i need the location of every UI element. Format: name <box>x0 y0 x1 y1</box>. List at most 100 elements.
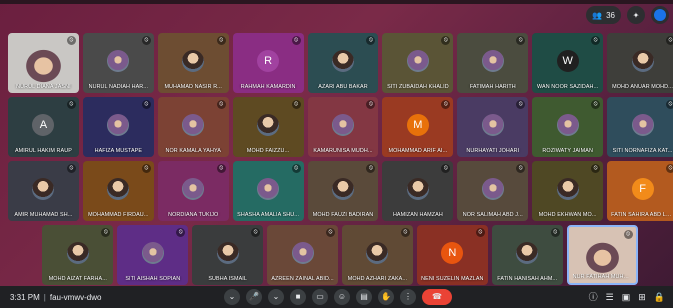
avatar <box>481 113 504 136</box>
camera-more-button[interactable]: ⌄ <box>268 289 284 305</box>
participant-name: AMIRUL HAKIM RAUP <box>14 148 72 154</box>
participant-tile[interactable]: ⦸ MOHD EKHWAN MO... <box>532 161 604 221</box>
participant-name: MOHD ANUAR MOHD... <box>612 84 673 90</box>
effects-button[interactable]: ✦ <box>627 6 645 24</box>
avatar <box>107 177 130 200</box>
raise-hand-button[interactable]: ✋ <box>378 289 394 305</box>
participant-name: NOR SALIMAH ABD J... <box>462 212 523 218</box>
participant-tile[interactable]: ⦸ NURUL NADIAH HAR... <box>82 33 154 93</box>
participant-tile[interactable]: ⦸ NUR FATIHAH MUHA... <box>566 225 638 285</box>
participant-tile[interactable]: ⦸ AZARI ABU BAKAR <box>307 33 379 93</box>
participant-tile[interactable]: ⦸ AZREEN ZAINAL ABID... <box>267 225 338 285</box>
participant-tile[interactable]: ⦸ NORDIANA TUKIJO <box>157 161 229 221</box>
participant-tile[interactable]: ⦸ SHASHA AMALIA SHU... <box>232 161 304 221</box>
captions-button[interactable]: ▭ <box>312 289 328 305</box>
participant-row: A ⦸ AMIRUL HAKIM RAUP ⦸ HAFIZA MUSTAPE ⦸ NOR K… <box>8 97 673 157</box>
participant-name: MOHD FAIZZU... <box>246 148 290 154</box>
participant-name: NURUL DIANA JASNI <box>16 84 71 90</box>
chat-icon[interactable]: ▣ <box>622 289 631 305</box>
participant-tile[interactable]: R ⦸ RAHMAH KAMARDIN <box>232 33 304 93</box>
activities-icon[interactable]: ⊞ <box>638 289 646 305</box>
participant-tile[interactable]: ⦸ MUHAMAD NASIR R... <box>157 33 229 93</box>
avatar <box>216 241 239 264</box>
letter-avatar: N <box>441 241 464 264</box>
participant-name: MOHD FAUZI BADIRAN <box>312 212 374 218</box>
participant-name: AZARI ABU BAKAR <box>318 84 368 90</box>
avatar <box>631 113 654 136</box>
avatar <box>107 113 130 136</box>
participant-tile[interactable]: M ⦸ MOHAMMAD ARIF AI... <box>382 97 454 157</box>
participant-tile[interactable]: ⦸ MOHAMMAD FIRDAU... <box>82 161 154 221</box>
participant-tile[interactable]: ⦸ MOHD FAUZI BADIRAN <box>307 161 379 221</box>
participant-tile[interactable]: ⦸ MOHD ANUAR MOHD... <box>607 33 673 93</box>
mic-muted-icon: ⦸ <box>366 100 376 109</box>
avatar <box>366 241 389 264</box>
participant-tile[interactable]: ⦸ FATIMAH HARITH <box>457 33 529 93</box>
participant-name: MUHAMAD NASIR R... <box>164 84 222 90</box>
participant-name: AMIR MUHAMAD SH... <box>14 212 73 218</box>
participant-tile[interactable]: ⦸ AMIR MUHAMAD SH... <box>8 161 79 221</box>
participant-name: SITI AISHAH SOPIAN <box>125 276 181 282</box>
mic-muted-icon: ⦸ <box>475 228 485 237</box>
mic-more-button[interactable]: ⌄ <box>224 289 240 305</box>
participant-tile[interactable]: ⦸ ROZIWATY JAIMAN <box>532 97 604 157</box>
avatar <box>556 177 579 200</box>
letter-avatar: F <box>631 177 654 200</box>
participant-row: ⦸ MOHD AIZAT FARHA... ⦸ SITI AISHAH SOPIAN ⦸… <box>8 225 672 285</box>
more-options-button[interactable]: ⋮ <box>400 289 416 305</box>
mic-muted-icon: ⦸ <box>666 164 673 173</box>
participant-tile[interactable]: F ⦸ FATIN SAHIRA ABD LA... <box>607 161 673 221</box>
participant-tile[interactable]: ⦸ SITI NORNAFIZA KAT... <box>607 97 673 157</box>
mic-muted-icon: ⦸ <box>400 228 410 237</box>
participant-name: FATIMAH HARITH <box>469 84 516 90</box>
host-controls-icon[interactable]: 🔒 <box>654 289 665 305</box>
participant-tile[interactable]: ⦸ MOHD AZHARI ZAKA... <box>342 225 413 285</box>
participant-name: NUR FATIHAH MUHA... <box>572 274 632 280</box>
participant-tile[interactable]: W ⦸ WAN NOOR SAZIDAH... <box>532 33 604 93</box>
present-button[interactable]: ▤ <box>356 289 372 305</box>
participant-tile[interactable]: ⦸ NOR KAMALA YAHYA <box>157 97 229 157</box>
mic-muted-icon: ⦸ <box>66 164 76 173</box>
participants-indicator[interactable]: 👥 36 <box>586 6 621 24</box>
mic-muted-icon: ⦸ <box>101 228 111 237</box>
avatar <box>66 241 89 264</box>
info-icon[interactable]: ⓘ <box>589 289 598 305</box>
avatar <box>332 177 354 200</box>
participants-count: 36 <box>606 10 615 20</box>
mic-muted-icon: ⦸ <box>366 36 376 45</box>
participant-name: ROZIWATY JAIMAN <box>542 148 593 154</box>
participant-tile[interactable]: ⦸ HAFIZA MUSTAPE <box>82 97 154 157</box>
mic-muted-icon: ⦸ <box>516 164 526 173</box>
end-call-button[interactable]: ☎ <box>422 289 452 305</box>
participant-tile[interactable]: N ⦸ NENI SUZELIN MAZLAN <box>416 225 488 285</box>
participant-tile[interactable]: ⦸ SUBHA ISMAIL <box>192 225 264 285</box>
camera-button[interactable]: ■ <box>290 289 306 305</box>
mic-muted-icon: ⦸ <box>441 164 451 173</box>
emoji-button[interactable]: ☺ <box>334 289 350 305</box>
people-panel-icon[interactable]: ☰ <box>606 289 614 305</box>
participant-tile[interactable]: ⦸ NURHAYATI JOHARI <box>457 97 529 157</box>
participant-name: NURHAYATI JOHARI <box>466 148 520 154</box>
letter-avatar: W <box>556 49 579 72</box>
meeting-code: fau-vmwv-dwo <box>49 292 102 302</box>
participant-tile[interactable]: ⦸ NOR SALIMAH ABD J... <box>457 161 529 221</box>
blue-dot-icon <box>654 9 666 21</box>
participant-tile[interactable]: ⦸ SITI ZUBAIDAH KHALID <box>382 33 454 93</box>
mic-muted-icon: ⦸ <box>251 228 261 237</box>
participant-tile[interactable]: ⦸ HAMIZAN HAMZAH <box>382 161 454 221</box>
participant-name: FATIN HANISAH AHM... <box>497 276 558 282</box>
participant-tile[interactable]: ⦸ FATIN HANISAH AHM... <box>491 225 563 285</box>
mic-muted-icon: ⦸ <box>516 100 526 109</box>
avatar <box>182 113 205 136</box>
participant-tile[interactable]: ⦸ MOHD AIZAT FARHA... <box>42 225 114 285</box>
profile-button[interactable] <box>651 6 669 24</box>
mic-button[interactable]: 🎤 <box>246 289 262 305</box>
mic-muted-icon: ⦸ <box>591 100 601 109</box>
participant-grid: ⦸ NURUL DIANA JASNI ⦸ NURUL NADIAH HAR... ⦸ M… <box>8 33 673 289</box>
participant-tile[interactable]: ⦸ SITI AISHAH SOPIAN <box>117 225 189 285</box>
participant-tile[interactable]: A ⦸ AMIRUL HAKIM RAUP <box>8 97 79 157</box>
participant-tile[interactable]: ⦸ MOHD FAIZZU... <box>232 97 304 157</box>
participant-tile[interactable]: ⦸ NURUL DIANA JASNI <box>8 33 79 93</box>
avatar <box>481 49 504 72</box>
participant-tile[interactable]: ⦸ KAMARUNISA MUDH... <box>307 97 379 157</box>
